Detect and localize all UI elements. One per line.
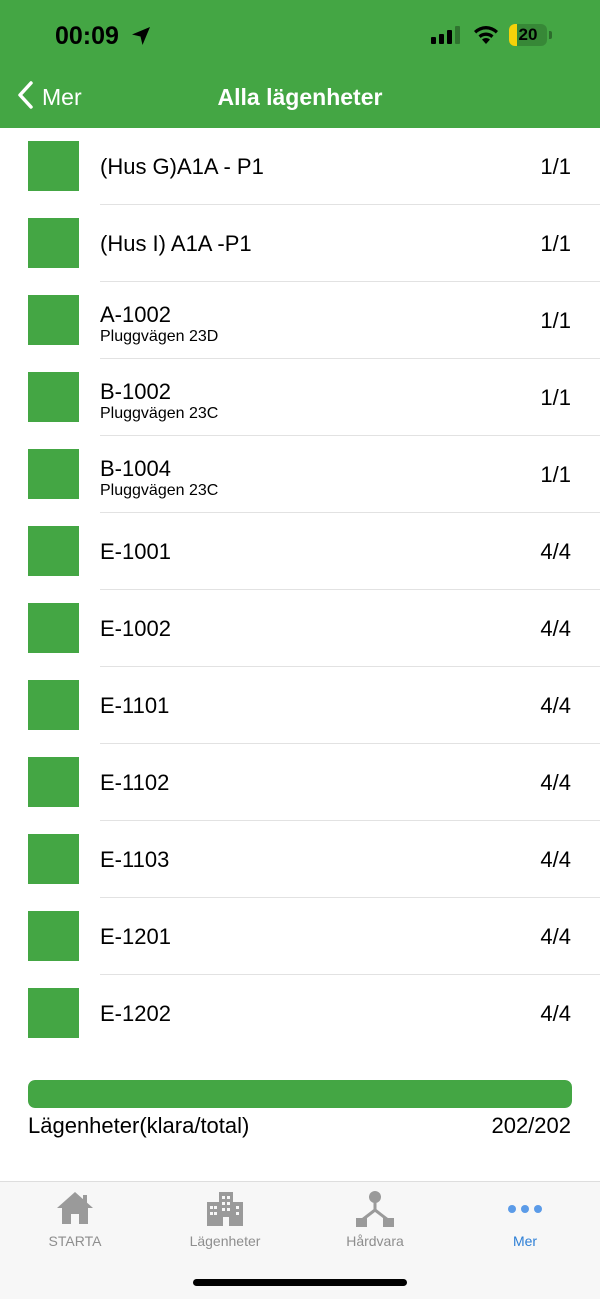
status-square (28, 526, 79, 576)
list-item-count: 1/1 (540, 462, 571, 487)
status-time: 00:09 (55, 22, 119, 50)
list-item-count: 4/4 (540, 924, 571, 949)
list-item-count: 1/1 (540, 308, 571, 333)
list-item-title: (Hus G)A1A - P1 (100, 154, 264, 179)
tab-hardvara[interactable]: Hårdvara (300, 1182, 450, 1262)
list-item-title: B-1002 (100, 379, 171, 404)
status-square (28, 603, 79, 653)
list-item-count: 1/1 (540, 154, 571, 179)
status-square (28, 449, 79, 499)
home-indicator (193, 1279, 407, 1286)
list-item-title: E-1102 (100, 770, 170, 795)
summary-progress-fill (28, 1080, 572, 1108)
list-item-title: (Hus I) A1A -P1 (100, 231, 252, 256)
list-item-title: E-1001 (100, 539, 171, 564)
list-item-title: E-1103 (100, 847, 170, 872)
list-item-title: E-1002 (100, 616, 171, 641)
tab-label: Lägenheter (189, 1233, 261, 1249)
building-icon (207, 1192, 243, 1226)
list-item[interactable]: E-1102 4/4 (0, 744, 600, 821)
list-item-title: E-1201 (100, 924, 171, 949)
tab-lagenheter[interactable]: Lägenheter (150, 1182, 300, 1262)
list-item[interactable]: B-1004 Pluggvägen 23C 1/1 (0, 436, 600, 513)
list-item-title: B-1004 (100, 456, 171, 481)
status-square (28, 911, 79, 961)
list-item-subtitle: Pluggvägen 23D (100, 328, 219, 345)
list-item-title: A-1002 (100, 302, 171, 327)
status-square (28, 372, 79, 422)
list-item-title: E-1202 (100, 1001, 171, 1026)
summary-value: 202/202 (491, 1113, 571, 1138)
list-item-count: 4/4 (540, 616, 571, 641)
list-item-subtitle: Pluggvägen 23C (100, 482, 219, 499)
apartment-list: (Hus G)A1A - P1 1/1 (Hus I) A1A -P1 1/1 A-10… (0, 128, 600, 1052)
tab-label: Mer (512, 1233, 538, 1249)
page-title: Alla lägenheter (217, 84, 383, 110)
summary-label: Lägenheter(klara/total) (28, 1113, 250, 1138)
wifi-icon (472, 24, 500, 51)
list-item-title: E-1101 (100, 693, 170, 718)
status-square (28, 295, 79, 345)
status-square (28, 988, 79, 1038)
status-square (28, 757, 79, 807)
tab-mer[interactable]: Mer (450, 1182, 600, 1262)
list-item[interactable]: E-1101 4/4 (0, 667, 600, 744)
home-icon (57, 1192, 93, 1224)
list-item-count: 4/4 (540, 770, 571, 795)
list-item-count: 1/1 (540, 231, 571, 256)
battery-level: 20 (518, 25, 538, 44)
list-item[interactable]: E-1001 4/4 (0, 513, 600, 590)
header: 00:09 20 Mer Alla lägenheter (0, 0, 600, 128)
tab-starta[interactable]: STARTA (0, 1182, 150, 1262)
more-icon (508, 1205, 542, 1213)
list-item[interactable]: E-1002 4/4 (0, 590, 600, 667)
status-square (28, 680, 79, 730)
list-item-count: 1/1 (540, 385, 571, 410)
network-icon (356, 1191, 394, 1227)
list-item[interactable]: E-1202 4/4 (0, 975, 600, 1052)
list-item[interactable]: (Hus G)A1A - P1 1/1 (0, 128, 600, 205)
list-item[interactable]: B-1002 Pluggvägen 23C 1/1 (0, 359, 600, 436)
list-item[interactable]: A-1002 Pluggvägen 23D 1/1 (0, 282, 600, 359)
status-square (28, 218, 79, 268)
tab-label: Hårdvara (346, 1233, 404, 1249)
location-arrow-icon (131, 26, 151, 51)
list-item[interactable]: E-1103 4/4 (0, 821, 600, 898)
list-item-count: 4/4 (540, 693, 571, 718)
tab-label: STARTA (48, 1233, 102, 1249)
list-item-count: 4/4 (540, 1001, 571, 1026)
status-square (28, 834, 79, 884)
battery-indicator: 20 (509, 24, 553, 46)
summary-progress-bar (28, 1080, 572, 1108)
list-item-subtitle: Pluggvägen 23C (100, 405, 219, 422)
status-square (28, 141, 79, 191)
list-item[interactable]: E-1201 4/4 (0, 898, 600, 975)
list-item[interactable]: (Hus I) A1A -P1 1/1 (0, 205, 600, 282)
list-item-count: 4/4 (540, 539, 571, 564)
list-item-count: 4/4 (540, 847, 571, 872)
cellular-signal-icon (431, 26, 463, 51)
